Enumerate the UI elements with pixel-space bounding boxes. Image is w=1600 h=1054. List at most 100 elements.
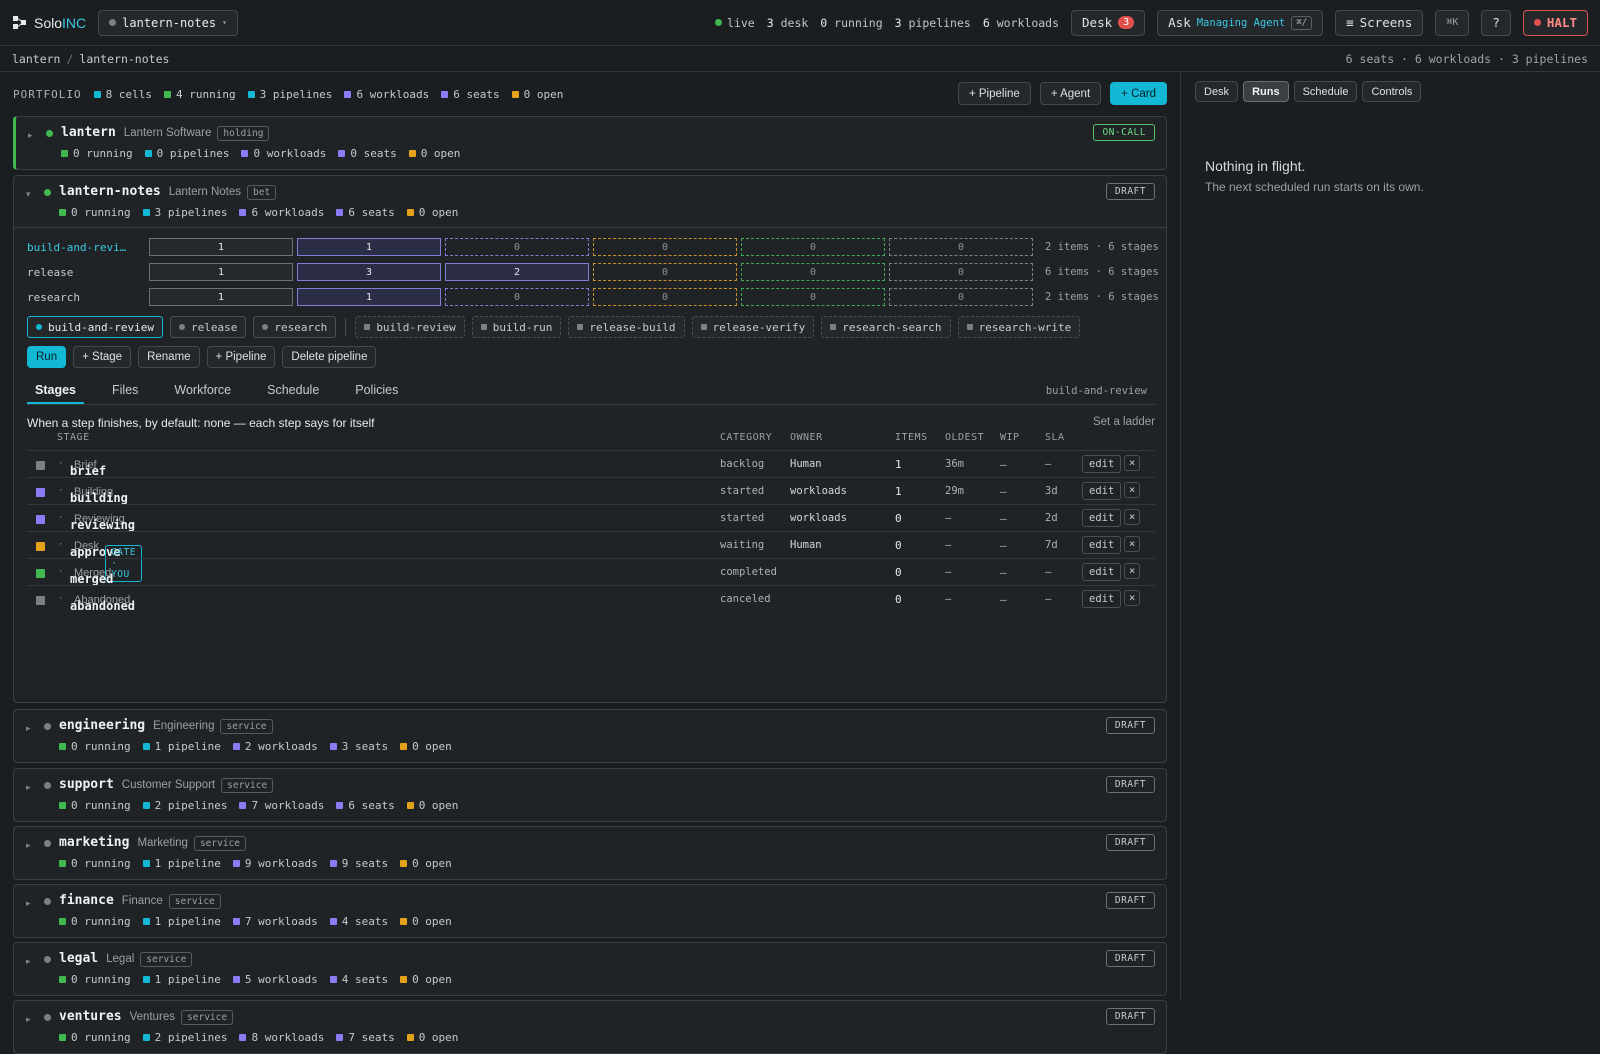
stage-count[interactable]: 0	[445, 288, 589, 306]
pipeline-chip[interactable]: build-and-review	[27, 316, 163, 338]
desk-button[interactable]: Desk 3	[1071, 9, 1146, 36]
stage-count[interactable]: 0	[889, 238, 1033, 256]
screens-button[interactable]: ≡ Screens	[1335, 9, 1424, 36]
expand-caret-icon[interactable]: ▸	[26, 723, 31, 734]
tab-controls[interactable]: Controls	[1362, 81, 1422, 102]
tab-policies[interactable]: Policies	[347, 378, 406, 404]
halt-button[interactable]: HALT	[1522, 9, 1588, 36]
stage-count[interactable]: 0	[445, 238, 589, 256]
expand-caret-icon[interactable]: ▸	[26, 956, 31, 967]
ask-agent-button[interactable]: Ask Managing Agent ⌘/	[1157, 9, 1324, 36]
breadcrumb-root[interactable]: lantern	[12, 52, 60, 66]
table-row[interactable]: · reviewing Reviewing started workloads 0—…	[27, 504, 1155, 532]
stage-count[interactable]: 1	[149, 288, 293, 306]
delete-pipeline-button[interactable]: Delete pipeline	[282, 346, 377, 368]
add-pipeline-button[interactable]: + Pipeline	[206, 346, 276, 368]
cell-card[interactable]: ▸ finance Finance service 0 running 1 pipe…	[13, 884, 1167, 938]
pipeline-name[interactable]: release	[27, 266, 127, 279]
stage-count[interactable]: 0	[889, 263, 1033, 281]
app-name: SoloINC	[34, 14, 87, 31]
expand-caret-icon[interactable]: ▸	[26, 840, 31, 851]
run-button[interactable]: Run	[27, 346, 67, 368]
edit-button[interactable]: edit	[1082, 536, 1122, 554]
stage-count[interactable]: 0	[741, 238, 885, 256]
command-palette-button[interactable]: ⌘K	[1435, 9, 1470, 36]
edit-button[interactable]: edit	[1082, 509, 1122, 527]
delete-icon[interactable]: ×	[1124, 590, 1141, 606]
workload-chip[interactable]: release-build	[568, 316, 685, 338]
edit-button[interactable]: edit	[1082, 482, 1122, 500]
tab-stages[interactable]: Stages	[27, 378, 84, 404]
add-pipeline-button[interactable]: + Pipeline	[957, 82, 1031, 105]
set-ladder-link[interactable]: Set a ladder	[1093, 416, 1155, 428]
add-stage-button[interactable]: + Stage	[73, 346, 132, 368]
cell-card[interactable]: ▸ engineering Engineering service 0 runnin…	[13, 709, 1167, 763]
tab-schedule[interactable]: Schedule	[1293, 81, 1358, 102]
stage-name: reviewing Reviewing	[70, 513, 136, 532]
delete-icon[interactable]: ×	[1124, 536, 1141, 552]
workload-chip[interactable]: release-verify	[691, 316, 815, 338]
add-card-button[interactable]: + Card	[1110, 82, 1167, 105]
table-row[interactable]: · merged Merged completed 0— — — edit ×	[27, 558, 1155, 586]
delete-icon[interactable]: ×	[1124, 509, 1141, 525]
stage-count[interactable]: 1	[149, 263, 293, 281]
expand-caret-icon[interactable]: ▸	[28, 130, 33, 141]
table-row[interactable]: · abandoned Abandoned canceled 0— — — edit…	[27, 585, 1155, 613]
pipeline-row[interactable]: release 1 3 2 0 0 0 6 items · 6 stages	[27, 261, 1159, 286]
table-row[interactable]: · building Building started workloads 1 29m…	[27, 477, 1155, 505]
workload-chip[interactable]: build-run	[471, 316, 562, 338]
tab-runs[interactable]: Runs	[1243, 81, 1289, 102]
stage-count[interactable]: 0	[741, 288, 885, 306]
stage-count[interactable]: 0	[593, 288, 737, 306]
stage-count[interactable]: 0	[741, 263, 885, 281]
expand-caret-icon[interactable]: ▸	[26, 1014, 31, 1025]
stage-count[interactable]: 0	[593, 263, 737, 281]
open-stat: 0 open	[511, 88, 563, 101]
project-switcher[interactable]: lantern-notes ▾	[98, 9, 238, 36]
table-row[interactable]: · brief Brief backlog Human 1 36m — — edit ×	[27, 450, 1155, 478]
stage-count[interactable]: 3	[297, 263, 441, 281]
table-row[interactable]: · approve Desk GATE · YOU waiting Human 0— …	[27, 531, 1155, 582]
app-logo[interactable]: SoloINC	[12, 15, 86, 31]
cell-card[interactable]: ▸ legal Legal service 0 running 1 pipeline…	[13, 942, 1167, 996]
workload-chip[interactable]: research-write	[957, 316, 1081, 338]
stage-count[interactable]: 0	[593, 238, 737, 256]
cell-card-expanded: ▾ lantern-notes Lantern Notes bet 0 runnin…	[13, 175, 1167, 703]
stage-count[interactable]: 1	[149, 238, 293, 256]
edit-button[interactable]: edit	[1082, 563, 1122, 581]
workload-chip[interactable]: build-review	[355, 316, 465, 338]
tab-workforce[interactable]: Workforce	[166, 378, 239, 404]
expand-caret-icon[interactable]: ▸	[26, 898, 31, 909]
pipeline-chip[interactable]: release	[169, 316, 247, 338]
cell-meta: 0 running 1 pipeline 2 workloads 3 seats…	[59, 740, 452, 753]
help-button[interactable]: ?	[1481, 9, 1511, 36]
delete-icon[interactable]: ×	[1124, 563, 1141, 579]
stage-count[interactable]: 1	[297, 238, 441, 256]
cell-card[interactable]: ▸ ventures Ventures service 0 running 2 pi…	[13, 1000, 1167, 1054]
workload-chip[interactable]: research-search	[821, 316, 951, 338]
delete-icon[interactable]: ×	[1124, 482, 1141, 498]
pipeline-name[interactable]: build-and-review	[27, 241, 127, 254]
cell-card[interactable]: ▸ support Customer Support service 0 runni…	[13, 768, 1167, 822]
tab-files[interactable]: Files	[104, 378, 146, 404]
stage-count[interactable]: 1	[297, 288, 441, 306]
delete-icon[interactable]: ×	[1124, 455, 1141, 471]
expand-caret-icon[interactable]: ▸	[26, 782, 31, 793]
pipeline-row[interactable]: research 1 1 0 0 0 0 2 items · 6 stages	[27, 286, 1159, 311]
edit-button[interactable]: edit	[1082, 590, 1122, 608]
rename-button[interactable]: Rename	[138, 346, 200, 368]
stage-count[interactable]: 0	[889, 288, 1033, 306]
add-agent-button[interactable]: + Agent	[1039, 82, 1102, 105]
tab-schedule[interactable]: Schedule	[259, 378, 327, 404]
tab-desk[interactable]: Desk	[1195, 81, 1239, 102]
live-dot	[715, 19, 723, 26]
edit-button[interactable]: edit	[1082, 455, 1122, 473]
cell-card[interactable]: ▸ marketing Marketing service 0 running 1 …	[13, 826, 1167, 880]
pipeline-row[interactable]: build-and-review 1 1 0 0 0 0 2 items · 6…	[27, 236, 1159, 261]
pipeline-chip[interactable]: research	[253, 316, 337, 338]
breadcrumb-current[interactable]: lantern-notes	[79, 52, 169, 66]
stage-count[interactable]: 2	[445, 263, 589, 281]
pipeline-name[interactable]: research	[27, 291, 127, 304]
collapse-caret-icon[interactable]: ▾	[26, 189, 31, 200]
cell-card[interactable]: ▸ lantern Lantern Software holding 0 runni…	[13, 116, 1167, 170]
